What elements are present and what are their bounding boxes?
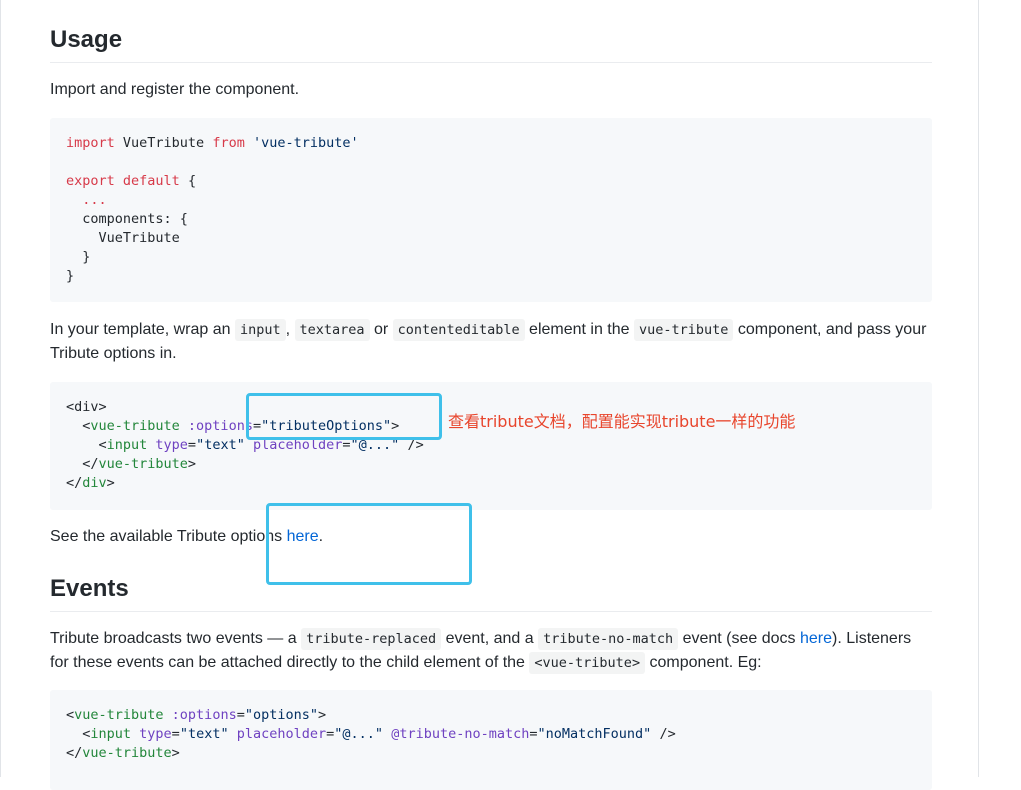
code-string: "options"	[244, 707, 318, 723]
code-line: <input type="text" placeholder="@..." @t…	[66, 725, 916, 744]
para-text: Tribute broadcasts two events — a	[50, 630, 302, 647]
code-punct: >	[318, 707, 327, 723]
inline-code: vue-tribute	[634, 319, 734, 341]
code-attr: :options	[179, 418, 253, 434]
code-keyword: from	[212, 135, 245, 151]
code-attr: type	[147, 437, 188, 453]
code-tag: vue-tribute	[74, 707, 164, 723]
code-line: }	[66, 249, 91, 265]
code-punct: >	[106, 475, 115, 491]
para-text: In your template, wrap an	[50, 321, 235, 338]
events-heading: Events	[50, 574, 932, 612]
code-punct: />	[651, 726, 676, 742]
para-text: element in the	[524, 321, 634, 338]
para-text: event (see docs	[678, 630, 800, 647]
events-paragraph: Tribute broadcasts two events — a tribut…	[50, 627, 932, 675]
code-keyword: default	[114, 173, 180, 189]
usage-heading: Usage	[50, 25, 932, 63]
inline-code: contenteditable	[392, 319, 525, 341]
code-line: export default {	[66, 172, 916, 191]
code-string: 'vue-tribute'	[244, 135, 359, 151]
code-punct: =	[236, 707, 245, 723]
template-paragraph: In your template, wrap an input, textare…	[50, 318, 932, 366]
code-punct: >	[171, 745, 180, 761]
code-punct: =	[171, 726, 180, 742]
import-code-block: import VueTribute from 'vue-tribute' expo…	[50, 118, 932, 302]
code-attr: type	[131, 726, 172, 742]
code-tag: input	[106, 437, 148, 453]
docs-link[interactable]: here	[800, 630, 832, 647]
options-paragraph: See the available Tribute options here.	[50, 525, 932, 549]
code-line: </vue-tribute>	[66, 455, 916, 474]
code-keyword: import	[66, 135, 115, 151]
code-tag: <div>	[66, 399, 107, 415]
code-text: VueTribute	[114, 135, 213, 151]
events-code-block: <vue-tribute :options="options"> <input …	[50, 690, 932, 790]
inline-code: input	[234, 319, 286, 341]
code-line: VueTribute	[66, 230, 180, 246]
code-attr: placeholder	[228, 726, 327, 742]
usage-intro: Import and register the component.	[50, 81, 300, 98]
code-line-empty	[66, 153, 916, 172]
code-tag: div	[82, 475, 107, 491]
code-punct: </	[66, 475, 83, 491]
inline-code: <vue-tribute>	[529, 652, 646, 674]
link-highlight-box	[266, 503, 472, 585]
code-attr: @tribute-no-match	[383, 726, 530, 742]
inline-code: tribute-replaced	[301, 628, 442, 650]
code-line: }	[66, 268, 75, 284]
code-tag: vue-tribute	[98, 456, 188, 472]
code-punct: </	[66, 456, 99, 472]
right-border	[978, 0, 979, 777]
annotation-text: 查看tribute文档，配置能实现tribute一样的功能	[448, 412, 796, 431]
code-line: components: {	[66, 211, 188, 227]
code-string: "noMatchFound"	[537, 726, 652, 742]
inline-code: textarea	[294, 319, 370, 341]
inline-code: tribute-no-match	[538, 628, 679, 650]
left-border	[0, 0, 1, 777]
code-punct: >	[187, 456, 197, 472]
code-string: "text"	[196, 437, 245, 453]
code-keyword: export	[66, 173, 115, 189]
code-string: "@..."	[334, 726, 384, 742]
para-text: component. Eg:	[645, 654, 762, 671]
para-text: event, and a	[441, 630, 539, 647]
para-text: ,	[285, 321, 295, 338]
code-punct: </	[66, 745, 83, 761]
code-punct: <	[66, 418, 91, 434]
code-tag: input	[90, 726, 132, 742]
code-line: ...	[66, 192, 107, 208]
code-line: </vue-tribute>	[66, 744, 916, 763]
code-punct: <	[66, 726, 91, 742]
code-punct: =	[187, 437, 197, 453]
code-tag: vue-tribute	[82, 745, 172, 761]
code-attr: :options	[163, 707, 237, 723]
code-text: {	[179, 173, 197, 189]
para-text: See the available Tribute options	[50, 528, 287, 545]
code-tag: vue-tribute	[90, 418, 180, 434]
options-highlight-box	[246, 393, 442, 440]
code-line: <input type="text" placeholder="@..." />	[66, 436, 916, 455]
code-line: <vue-tribute :options="options">	[66, 706, 916, 725]
code-line: </div>	[66, 474, 916, 493]
code-punct: <	[66, 437, 107, 453]
template-code-block: <div> <vue-tribute :options="tributeOpti…	[50, 382, 932, 510]
code-string: "text"	[179, 726, 229, 742]
code-punct: <	[66, 707, 75, 723]
para-text: or	[369, 321, 393, 338]
code-punct: =	[529, 726, 538, 742]
code-line: import VueTribute from 'vue-tribute'	[66, 134, 916, 153]
